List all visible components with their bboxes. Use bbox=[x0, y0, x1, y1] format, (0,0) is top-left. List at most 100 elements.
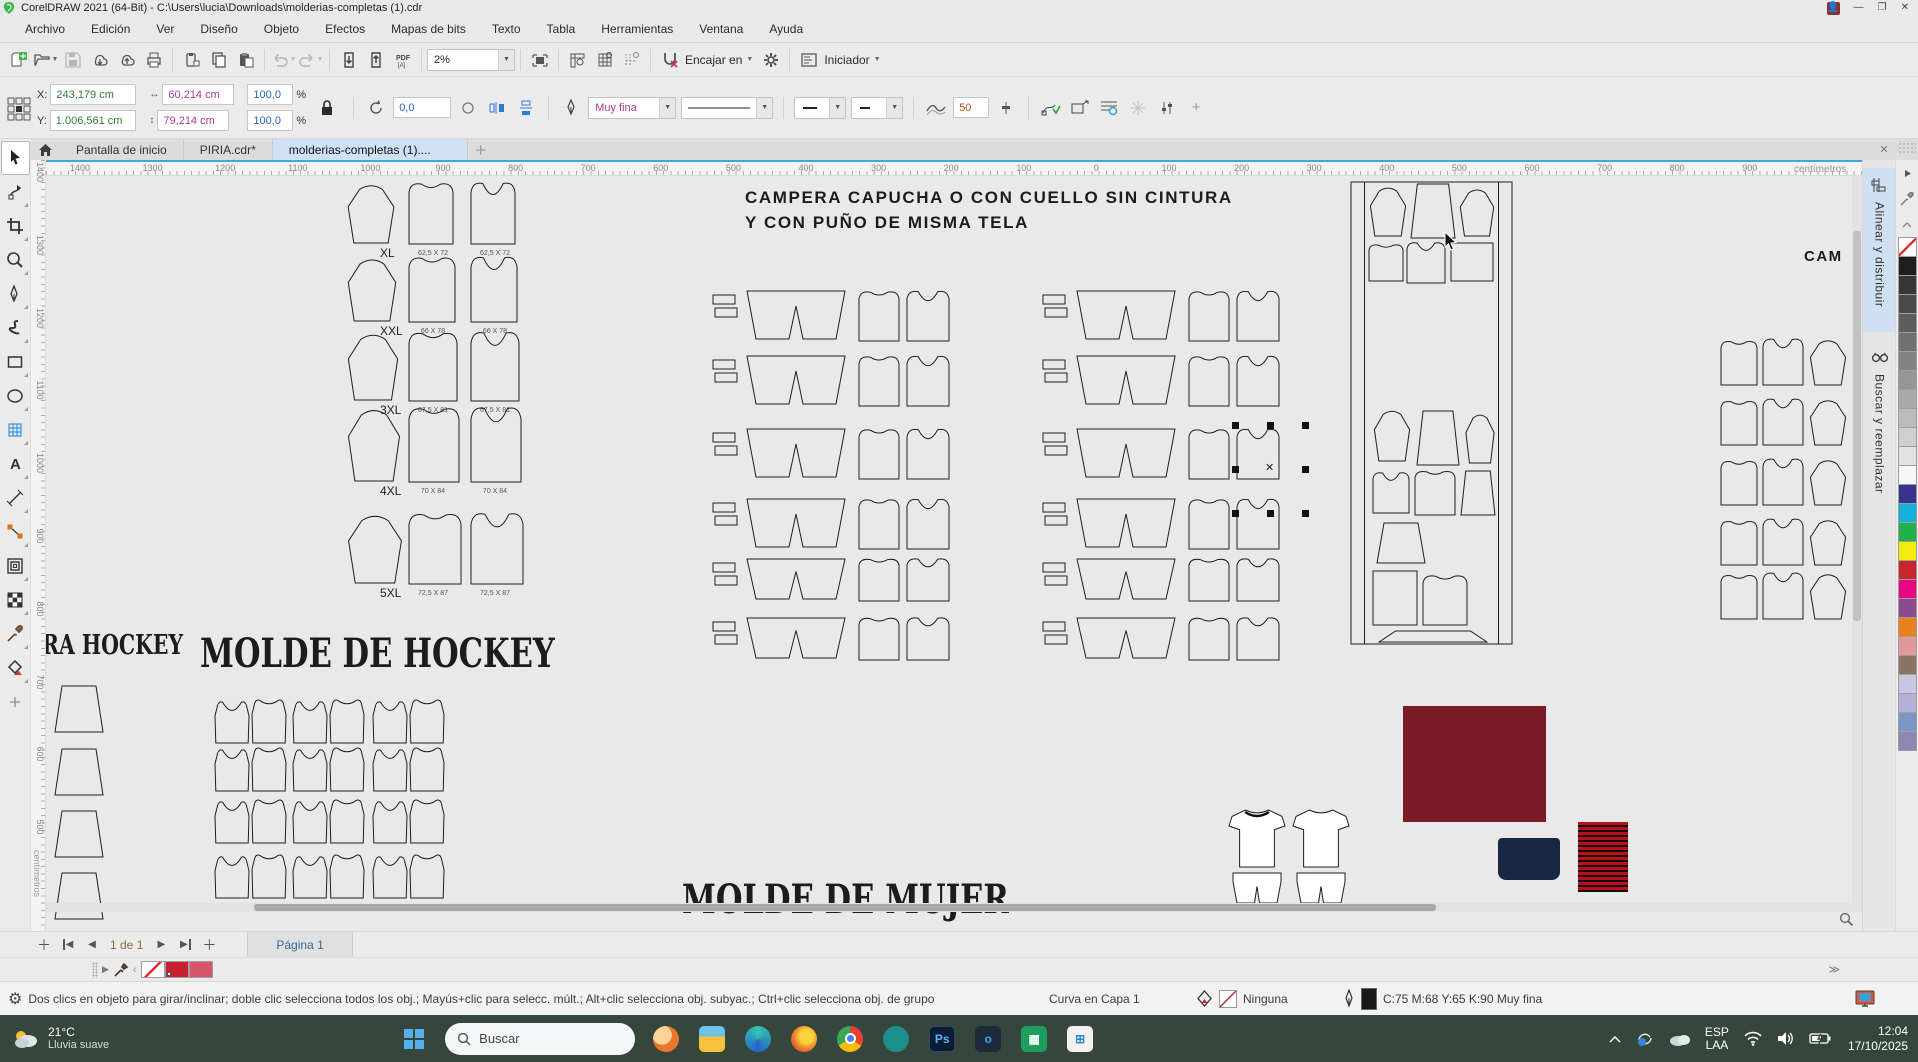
palette-swatch-#5d5d5d[interactable] bbox=[1898, 313, 1917, 333]
menu-edición[interactable]: Edición bbox=[78, 17, 143, 41]
pattern-shape-tank[interactable] bbox=[214, 855, 250, 899]
fabric-swatch-red[interactable] bbox=[1403, 706, 1546, 822]
copy-button[interactable] bbox=[205, 46, 232, 73]
menu-tabla[interactable]: Tabla bbox=[534, 17, 589, 41]
docpal-scroll-left[interactable]: ‹ bbox=[133, 964, 137, 976]
palette-scroll-up-icon[interactable] bbox=[1896, 160, 1918, 186]
pattern-shape-rect[interactable] bbox=[714, 372, 738, 383]
crop-tool-icon[interactable] bbox=[1, 209, 30, 243]
pattern-shape-torso[interactable] bbox=[408, 509, 462, 585]
pattern-shape-pants[interactable] bbox=[1076, 617, 1176, 659]
new-document-tab-button[interactable]: ＋ bbox=[468, 139, 494, 160]
selection-handle[interactable] bbox=[1232, 466, 1239, 473]
pattern-shape-torso[interactable] bbox=[1188, 353, 1230, 407]
taskbar-clock[interactable]: 12:04 17/10/2025 bbox=[1838, 1024, 1918, 1054]
palette-swatch-#e5087e[interactable] bbox=[1898, 579, 1917, 599]
paste-button[interactable] bbox=[232, 46, 259, 73]
transparency-tool-icon[interactable] bbox=[1, 583, 30, 617]
pattern-shape-rect[interactable] bbox=[714, 634, 738, 645]
pattern-shape-trap[interactable] bbox=[54, 748, 104, 796]
palette-swatch-#1e1e1e[interactable] bbox=[1898, 256, 1917, 276]
tray-onedrive-icon[interactable] bbox=[1662, 1015, 1698, 1062]
pattern-shape-torso[interactable] bbox=[858, 426, 900, 480]
docpal-scroll-right[interactable]: ≫ bbox=[1828, 963, 1840, 976]
redo-button[interactable]: ▼ bbox=[297, 46, 324, 73]
pattern-shape-torso[interactable] bbox=[858, 556, 900, 602]
cloud-upload-button[interactable] bbox=[113, 46, 140, 73]
pattern-shape-torso[interactable] bbox=[1422, 572, 1468, 626]
pdf-publish-button[interactable]: PDF[A] bbox=[389, 46, 416, 73]
palette-swatch-#8a7265[interactable] bbox=[1898, 655, 1917, 675]
pattern-shape-rect[interactable] bbox=[1044, 515, 1068, 526]
pattern-shape-rect[interactable] bbox=[1044, 575, 1068, 586]
pattern-shape-torso[interactable] bbox=[1188, 496, 1230, 550]
menu-herramientas[interactable]: Herramientas bbox=[588, 17, 686, 41]
mirror-horizontal-button[interactable] bbox=[485, 96, 509, 120]
snap-to-button[interactable] bbox=[656, 46, 683, 73]
palette-swatch-no-color[interactable] bbox=[1898, 237, 1917, 257]
pattern-shape-tankBack[interactable] bbox=[251, 798, 287, 844]
palette-swatch-#e2979b[interactable] bbox=[1898, 636, 1917, 656]
docpal-swatch-#c8202e[interactable] bbox=[165, 961, 189, 978]
status-gear-icon[interactable]: ⚙ bbox=[8, 989, 22, 1009]
horizontal-ruler[interactable]: 1400130012001100100090080070060050040030… bbox=[46, 160, 1862, 176]
pattern-shape-torsoDeep[interactable] bbox=[906, 353, 950, 407]
minimize-button[interactable]: — bbox=[1854, 3, 1864, 13]
import-button[interactable] bbox=[335, 46, 362, 73]
pattern-shape-tankBack[interactable] bbox=[251, 746, 287, 792]
selection-handle[interactable] bbox=[1302, 422, 1309, 429]
battery-icon[interactable] bbox=[1802, 1015, 1838, 1062]
docpal-swatch-#d6556b[interactable] bbox=[189, 961, 213, 978]
pattern-shape-tankBack[interactable] bbox=[329, 698, 365, 744]
sheets-app-icon[interactable]: ▦ bbox=[1011, 1015, 1057, 1062]
palette-swatch-#838383[interactable] bbox=[1898, 351, 1917, 371]
pattern-shape-rect[interactable] bbox=[712, 432, 736, 443]
pattern-shape-shorts[interactable] bbox=[1296, 872, 1346, 904]
palette-swatch-#e8821e[interactable] bbox=[1898, 617, 1917, 637]
docpal-swatch-no-color[interactable] bbox=[141, 961, 165, 978]
full-screen-preview-button[interactable] bbox=[526, 46, 553, 73]
cam-partial-title[interactable]: CAM bbox=[1804, 248, 1843, 265]
pattern-shape-tank[interactable] bbox=[372, 700, 408, 744]
menu-mapas-de-bits[interactable]: Mapas de bits bbox=[378, 17, 479, 41]
reduce-nodes-button[interactable] bbox=[1039, 96, 1063, 120]
pattern-shape-tankBack[interactable] bbox=[409, 746, 445, 792]
pattern-shape-torso[interactable] bbox=[1414, 468, 1456, 516]
show-guidelines-button[interactable] bbox=[618, 46, 645, 73]
selection-handle[interactable] bbox=[1267, 422, 1274, 429]
pattern-shape-torsoDeep[interactable] bbox=[470, 403, 522, 483]
pattern-shape-sleeve[interactable] bbox=[1372, 408, 1412, 462]
show-grid-button[interactable] bbox=[591, 46, 618, 73]
pattern-shape-pants[interactable] bbox=[1076, 428, 1176, 478]
pattern-shape-sleeve[interactable] bbox=[1808, 518, 1848, 566]
pattern-shape-torsoDeep[interactable] bbox=[1236, 288, 1280, 342]
docpal-eyedropper-icon[interactable] bbox=[113, 962, 129, 978]
pattern-shape-pants[interactable] bbox=[746, 290, 846, 340]
pattern-shape-tank[interactable] bbox=[372, 748, 408, 792]
scale-x-field[interactable]: 100,0 bbox=[247, 84, 293, 105]
pattern-shape-rect[interactable] bbox=[1042, 359, 1066, 370]
selection-handle[interactable] bbox=[1267, 510, 1274, 517]
fabric-swatch-striped[interactable] bbox=[1578, 822, 1628, 892]
pattern-shape-trap[interactable] bbox=[1378, 630, 1488, 643]
pattern-shape-torsoDeep[interactable] bbox=[1762, 456, 1804, 506]
pattern-shape-rect[interactable] bbox=[1044, 634, 1068, 645]
pattern-shape-torsoDeep[interactable] bbox=[470, 328, 520, 402]
pattern-shape-torsoDeep[interactable] bbox=[1236, 353, 1280, 407]
pattern-shape-trap[interactable] bbox=[54, 810, 104, 858]
menu-texto[interactable]: Texto bbox=[479, 17, 534, 41]
pattern-shape-sleeve[interactable] bbox=[345, 512, 405, 584]
palette-swatch-#14b1dc[interactable] bbox=[1898, 503, 1917, 523]
palette-swatch-#969696[interactable] bbox=[1898, 370, 1917, 390]
pattern-shape-torso[interactable] bbox=[1188, 615, 1230, 661]
export-button[interactable] bbox=[362, 46, 389, 73]
customize-toolbox-button-icon[interactable] bbox=[1, 685, 30, 719]
pattern-shape-torsoDeep[interactable] bbox=[1762, 516, 1804, 566]
add-page-button[interactable]: ＋ bbox=[32, 934, 56, 956]
pattern-shape-tee[interactable] bbox=[1292, 808, 1350, 868]
pattern-shape-tank[interactable] bbox=[214, 748, 250, 792]
pattern-shape-sleeve[interactable] bbox=[345, 331, 401, 401]
first-page-button[interactable]: ◀ bbox=[56, 934, 80, 956]
pattern-shape-torso[interactable] bbox=[408, 253, 456, 323]
pattern-shape-rect[interactable] bbox=[712, 294, 736, 305]
